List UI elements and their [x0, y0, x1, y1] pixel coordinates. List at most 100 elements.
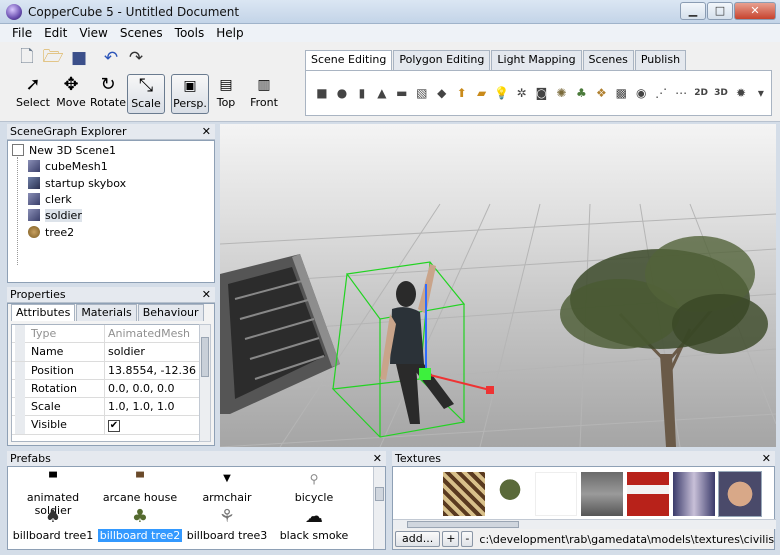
mesh-icon[interactable]: ◆: [432, 83, 452, 103]
prefab-armchair[interactable]: ▼ armchair: [184, 467, 270, 507]
toolbar: 🗋 🗁 ■ ↶ ↷ ➚ Select ✥ Move ↻ Rotate ⤡ Sca…: [0, 42, 780, 122]
scale-field[interactable]: 1.0, 1.0, 1.0: [105, 398, 201, 415]
import-icon[interactable]: ⬆: [452, 83, 472, 103]
menu-view[interactable]: View: [73, 24, 113, 42]
terrain-icon[interactable]: ▧: [412, 83, 432, 103]
tab-polygon-editing[interactable]: Polygon Editing: [393, 50, 491, 70]
visible-checkbox[interactable]: ✔: [108, 420, 120, 433]
zoom-out-button[interactable]: -: [461, 531, 474, 547]
sound-icon[interactable]: ◉: [631, 83, 651, 103]
prefabs-scrollbar[interactable]: [373, 467, 385, 549]
tab-attributes[interactable]: Attributes: [11, 304, 76, 321]
prop-key: Type: [12, 325, 105, 344]
prefab-animated-soldier[interactable]: ▀ animated soldier: [10, 467, 96, 517]
tab-publish[interactable]: Publish: [634, 50, 687, 70]
more-chevron-icon[interactable]: ▾: [751, 83, 771, 103]
menu-scenes[interactable]: Scenes: [114, 24, 169, 42]
new-document-icon[interactable]: 🗋: [16, 47, 38, 69]
texture-thumbnail[interactable]: [489, 472, 531, 516]
3d-viewport[interactable]: [220, 124, 776, 447]
tab-light-mapping[interactable]: Light Mapping: [491, 50, 582, 70]
water-icon[interactable]: ❖: [591, 83, 611, 103]
rotate-tool-button[interactable]: ↻ Rotate: [90, 74, 126, 114]
close-button[interactable]: ✕: [734, 2, 776, 20]
soldier-model[interactable]: [380, 264, 454, 424]
tree-node-tree2[interactable]: tree2: [28, 224, 74, 240]
tree-node-soldier[interactable]: soldier: [28, 207, 82, 223]
tree-root[interactable]: New 3D Scene1: [12, 142, 116, 158]
prefab-bicycle[interactable]: ⚲ bicycle: [271, 467, 357, 507]
2d-overlay-icon[interactable]: 2D: [691, 83, 711, 103]
texture-thumbnail[interactable]: [718, 471, 762, 517]
tree-node-clerk[interactable]: clerk: [28, 191, 72, 207]
prefabs-close-icon[interactable]: ✕: [373, 451, 382, 466]
folder-icon[interactable]: ▰: [472, 83, 492, 103]
menu-file[interactable]: File: [6, 24, 38, 42]
camera-icon[interactable]: ◙: [531, 83, 551, 103]
texture-thumbnail[interactable]: [535, 472, 577, 516]
tree-node-cubemesh1[interactable]: cubeMesh1: [28, 158, 108, 174]
scale-tool-button[interactable]: ⤡ Scale: [127, 74, 165, 114]
menu-tools[interactable]: Tools: [169, 24, 211, 42]
plane-icon[interactable]: ▬: [392, 83, 412, 103]
prefab-billboard-tree2[interactable]: ♣ billboard tree2: [96, 505, 184, 545]
menu-bar: File Edit View Scenes Tools Help: [0, 24, 780, 42]
select-tool-button[interactable]: ➚ Select: [16, 74, 50, 114]
scale-gizmo[interactable]: [419, 284, 494, 394]
textures-scrollbar[interactable]: [393, 519, 776, 529]
billboard-icon[interactable]: ♣: [571, 83, 591, 103]
save-icon[interactable]: ■: [68, 47, 90, 69]
cone-icon[interactable]: ▲: [372, 83, 392, 103]
maximize-button[interactable]: □: [707, 2, 733, 20]
top-view-button[interactable]: ▤ Top: [212, 74, 240, 114]
scenegraph-header: SceneGraph Explorer ✕: [7, 124, 215, 140]
sphere-icon[interactable]: ●: [332, 83, 352, 103]
prefab-billboard-tree1[interactable]: ♠ billboard tree1: [10, 505, 96, 545]
texture-thumbnail[interactable]: [673, 472, 715, 516]
open-folder-icon[interactable]: 🗁: [42, 47, 64, 69]
tree-object[interactable]: [560, 236, 768, 447]
tab-scene-editing[interactable]: Scene Editing: [305, 50, 393, 70]
prefab-billboard-tree3[interactable]: ⚘ billboard tree3: [184, 505, 270, 545]
tab-materials[interactable]: Materials: [76, 304, 137, 321]
menu-help[interactable]: Help: [210, 24, 249, 42]
texture-thumbnail[interactable]: [443, 472, 485, 516]
prefab-arcane-house[interactable]: ▀ arcane house: [97, 467, 183, 507]
perspective-view-button[interactable]: ▣ Persp.: [171, 74, 209, 114]
menu-edit[interactable]: Edit: [38, 24, 73, 42]
path-icon[interactable]: ⋰: [651, 83, 671, 103]
add-texture-button[interactable]: add...: [395, 531, 441, 547]
tab-scenes[interactable]: Scenes: [582, 50, 634, 70]
skybox-icon[interactable]: ▩: [611, 83, 631, 103]
rotation-field[interactable]: 0.0, 0.0, 0.0: [105, 380, 201, 397]
move-tool-button[interactable]: ✥ Move: [54, 74, 88, 114]
front-view-button[interactable]: ▥ Front: [248, 74, 280, 114]
texture-icon[interactable]: ✺: [551, 83, 571, 103]
effect-icon[interactable]: ✹: [731, 83, 751, 103]
prefab-black-smoke[interactable]: ☁ black smoke: [271, 505, 357, 545]
zoom-in-button[interactable]: +: [442, 531, 460, 547]
particles-icon[interactable]: ✲: [512, 83, 532, 103]
name-field[interactable]: soldier: [105, 343, 201, 360]
redo-icon[interactable]: ↷: [125, 47, 147, 69]
properties-close-icon[interactable]: ✕: [202, 287, 211, 302]
textures-close-icon[interactable]: ✕: [762, 451, 771, 466]
cylinder-icon[interactable]: ▮: [352, 83, 372, 103]
cube-icon[interactable]: ■: [312, 83, 332, 103]
minimize-button[interactable]: ▁: [680, 2, 706, 20]
light-icon[interactable]: 💡: [492, 83, 512, 103]
position-field[interactable]: 13.8554, -12.36: [105, 362, 201, 379]
billboard-node-icon: [28, 226, 40, 238]
properties-title: Properties: [10, 288, 66, 301]
tab-behaviour[interactable]: Behaviour: [137, 304, 204, 321]
waypoint-icon[interactable]: ⋯: [671, 83, 691, 103]
tree-node-skybox[interactable]: startup skybox: [28, 175, 126, 191]
3d-text-icon[interactable]: 3D: [711, 83, 731, 103]
scenegraph-close-icon[interactable]: ✕: [202, 124, 211, 139]
texture-thumbnail[interactable]: [581, 472, 623, 516]
properties-scrollbar[interactable]: [199, 324, 211, 442]
texture-path-bar: add... + - c:\development\rab\gamedata\m…: [393, 529, 774, 549]
undo-icon[interactable]: ↶: [100, 47, 122, 69]
texture-thumbnail[interactable]: [627, 472, 669, 516]
textures-panel: add... + - c:\development\rab\gamedata\m…: [392, 466, 776, 550]
